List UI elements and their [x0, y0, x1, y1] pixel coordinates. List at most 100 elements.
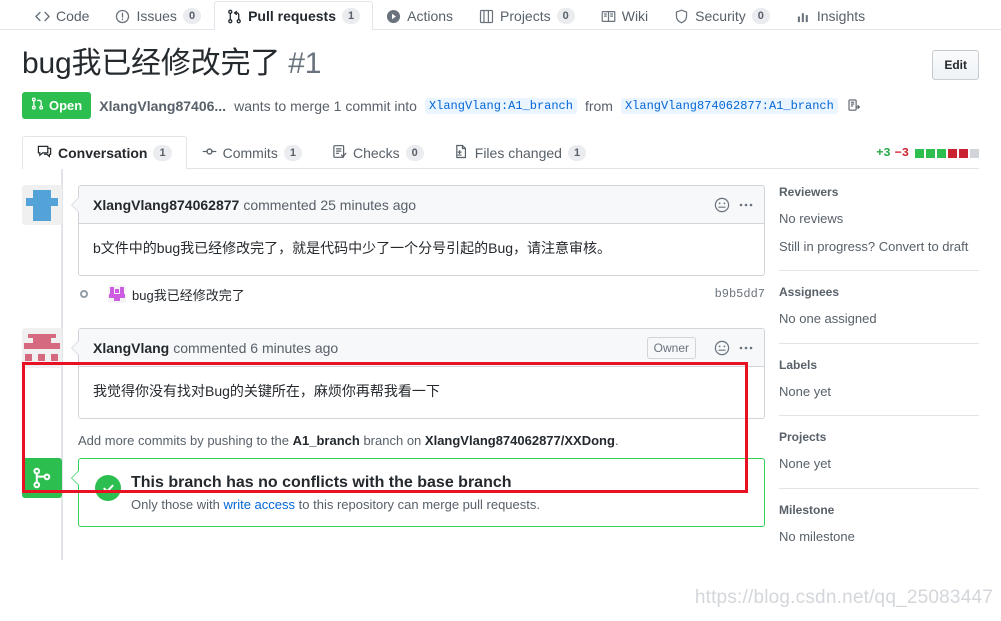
- sidebar-value: None yet: [779, 456, 832, 471]
- sidebar-section-milestone: Milestone No milestone: [779, 487, 979, 561]
- add-commits-branch: A1_branch: [292, 433, 360, 448]
- git-commit-dot-icon: [77, 287, 91, 301]
- merge-description-2: from: [584, 97, 613, 114]
- timeline-commit-row: bug我已经修改完了 b9b5dd7: [22, 276, 765, 312]
- owner-badge: Owner: [646, 336, 696, 359]
- add-more-commits-hint: Add more commits by pushing to the A1_br…: [78, 419, 765, 458]
- status-badge: Open: [22, 92, 92, 119]
- sidebar-heading[interactable]: Labels: [779, 358, 979, 372]
- repo-tab-issues[interactable]: Issues 0: [102, 1, 214, 30]
- avatar[interactable]: [22, 328, 62, 368]
- repo-tab-counter: 0: [751, 8, 770, 24]
- sidebar-section-projects: Projects None yet: [779, 415, 979, 488]
- tab-conversation[interactable]: Conversation 1: [22, 136, 187, 169]
- tab-counter: 1: [283, 145, 302, 161]
- timeline-comment-2: XlangVlang commented 6 minutes ago Owner…: [22, 328, 765, 419]
- add-commits-mid: branch on: [363, 433, 422, 448]
- smiley-icon[interactable]: [714, 197, 730, 213]
- write-access-link[interactable]: write access: [224, 497, 296, 512]
- repo-tab-pull-requests[interactable]: Pull requests 1: [214, 1, 374, 30]
- pr-tabs: Conversation 1 Commits 1 Checks 0 Files …: [22, 135, 979, 169]
- tab-label: Files changed: [474, 145, 562, 161]
- repo-tab-label: Pull requests: [248, 8, 336, 24]
- avatar[interactable]: [108, 285, 126, 303]
- sidebar-heading[interactable]: Reviewers: [779, 185, 979, 199]
- repo-tab-label: Issues: [136, 8, 177, 24]
- sidebar-heading[interactable]: Assignees: [779, 285, 979, 299]
- merge-status-row: This branch has no conflicts with the ba…: [22, 458, 765, 527]
- check-icon: [95, 475, 121, 501]
- smiley-icon[interactable]: [714, 340, 730, 356]
- sidebar-section-labels: Labels None yet: [779, 342, 979, 416]
- conversation-timeline: XlangVlang874062877 commented 25 minutes…: [0, 169, 765, 560]
- repo-tab-wiki[interactable]: Wiki: [588, 1, 661, 30]
- pr-header: bug我已经修改完了 #1 Edit: [0, 30, 1001, 82]
- page-title: bug我已经修改完了 #1: [22, 46, 979, 82]
- sidebar-value: No milestone: [779, 528, 855, 544]
- diffstat-blocks: [915, 148, 979, 158]
- add-commits-repo: XlangVlang874062877/XXDong: [424, 433, 615, 448]
- clipboard-copy-icon[interactable]: [846, 98, 861, 113]
- sidebar-convert-to-draft[interactable]: Still in progress? Convert to draft: [779, 237, 979, 257]
- watermark: https://blog.csdn.net/qq_25083447: [694, 587, 993, 608]
- pr-body: XlangVlang874062877 commented 25 minutes…: [0, 169, 1001, 560]
- repo-tab-code[interactable]: Code: [22, 1, 102, 30]
- tab-counter: 0: [405, 145, 424, 161]
- comment-box: XlangVlang commented 6 minutes ago Owner…: [71, 328, 765, 419]
- tab-files-changed[interactable]: Files changed 1: [439, 136, 601, 169]
- status-badge-label: Open: [49, 97, 83, 113]
- comment-meta: commented 6 minutes ago: [173, 339, 339, 356]
- tab-checks[interactable]: Checks 0: [317, 136, 439, 169]
- sidebar-heading[interactable]: Milestone: [779, 503, 979, 517]
- git-pull-request-icon: [227, 9, 242, 24]
- commit-message[interactable]: bug我已经修改完了: [132, 285, 245, 304]
- base-branch-chip[interactable]: XlangVlang:A1_branch: [424, 97, 577, 114]
- tab-label: Checks: [352, 145, 400, 161]
- file-diff-icon: [454, 144, 469, 162]
- repo-tab-label: Wiki: [621, 8, 649, 24]
- commit-sha[interactable]: b9b5dd7: [715, 287, 765, 301]
- sidebar-value: None yet: [779, 383, 832, 399]
- comment-body: b文件中的bug我已经修改完了，就是代码中少了一个分号引起的Bug，请注意审核。: [93, 240, 612, 256]
- play-icon: [386, 9, 401, 24]
- comment-meta: commented 25 minutes ago: [243, 196, 417, 213]
- issue-opened-icon: [115, 9, 130, 24]
- merge-sub-post: to this repository can merge pull reques…: [298, 496, 540, 512]
- sidebar-heading[interactable]: Projects: [779, 430, 979, 444]
- repo-tab-actions[interactable]: Actions: [373, 1, 466, 30]
- git-pull-request-icon: [31, 97, 44, 114]
- tab-label: Commits: [222, 145, 278, 161]
- sidebar-value: No reviews: [779, 211, 844, 226]
- merge-status-title: This branch has no conflicts with the ba…: [131, 474, 512, 491]
- pr-author[interactable]: XlangVlang87406...: [99, 98, 226, 114]
- repo-tab-insights[interactable]: Insights: [783, 1, 878, 30]
- repo-tab-counter: 1: [341, 8, 361, 24]
- diffstat-deletions: −3: [894, 146, 909, 160]
- graph-icon: [796, 9, 811, 24]
- comment-author[interactable]: XlangVlang: [93, 340, 169, 356]
- merge-status-box: This branch has no conflicts with the ba…: [71, 458, 765, 527]
- book-icon: [601, 9, 616, 24]
- repo-tab-security[interactable]: Security 0: [661, 1, 783, 30]
- git-merge-icon: [22, 458, 62, 498]
- head-branch-chip[interactable]: XlangVlang874062877:A1_branch: [620, 97, 838, 114]
- avatar[interactable]: [22, 185, 62, 225]
- add-commits-post: .: [614, 433, 619, 448]
- checklist-icon: [332, 144, 347, 162]
- merge-sub-pre: Only those with: [131, 496, 220, 512]
- edit-button[interactable]: Edit: [932, 50, 979, 80]
- repo-tab-projects[interactable]: Projects 0: [466, 1, 588, 30]
- comment-author[interactable]: XlangVlang874062877: [93, 197, 239, 213]
- kebab-horizontal-icon[interactable]: [738, 197, 754, 213]
- diffstat-block: [948, 148, 957, 158]
- merge-status-subtitle: Only those with write access to this rep…: [131, 497, 540, 512]
- repo-tab-counter: 0: [182, 8, 202, 24]
- kebab-horizontal-icon[interactable]: [738, 340, 754, 356]
- tab-counter: 1: [567, 145, 587, 161]
- diffstat-block: [970, 148, 979, 158]
- pull-request-page: Code Issues 0 Pull requests 1 Actions Pr…: [0, 0, 1001, 621]
- tab-commits[interactable]: Commits 1: [187, 136, 317, 169]
- pr-title-text: bug我已经修改完了: [22, 47, 281, 80]
- repo-nav: Code Issues 0 Pull requests 1 Actions Pr…: [0, 0, 1001, 30]
- diffstat-additions: +3: [876, 146, 891, 160]
